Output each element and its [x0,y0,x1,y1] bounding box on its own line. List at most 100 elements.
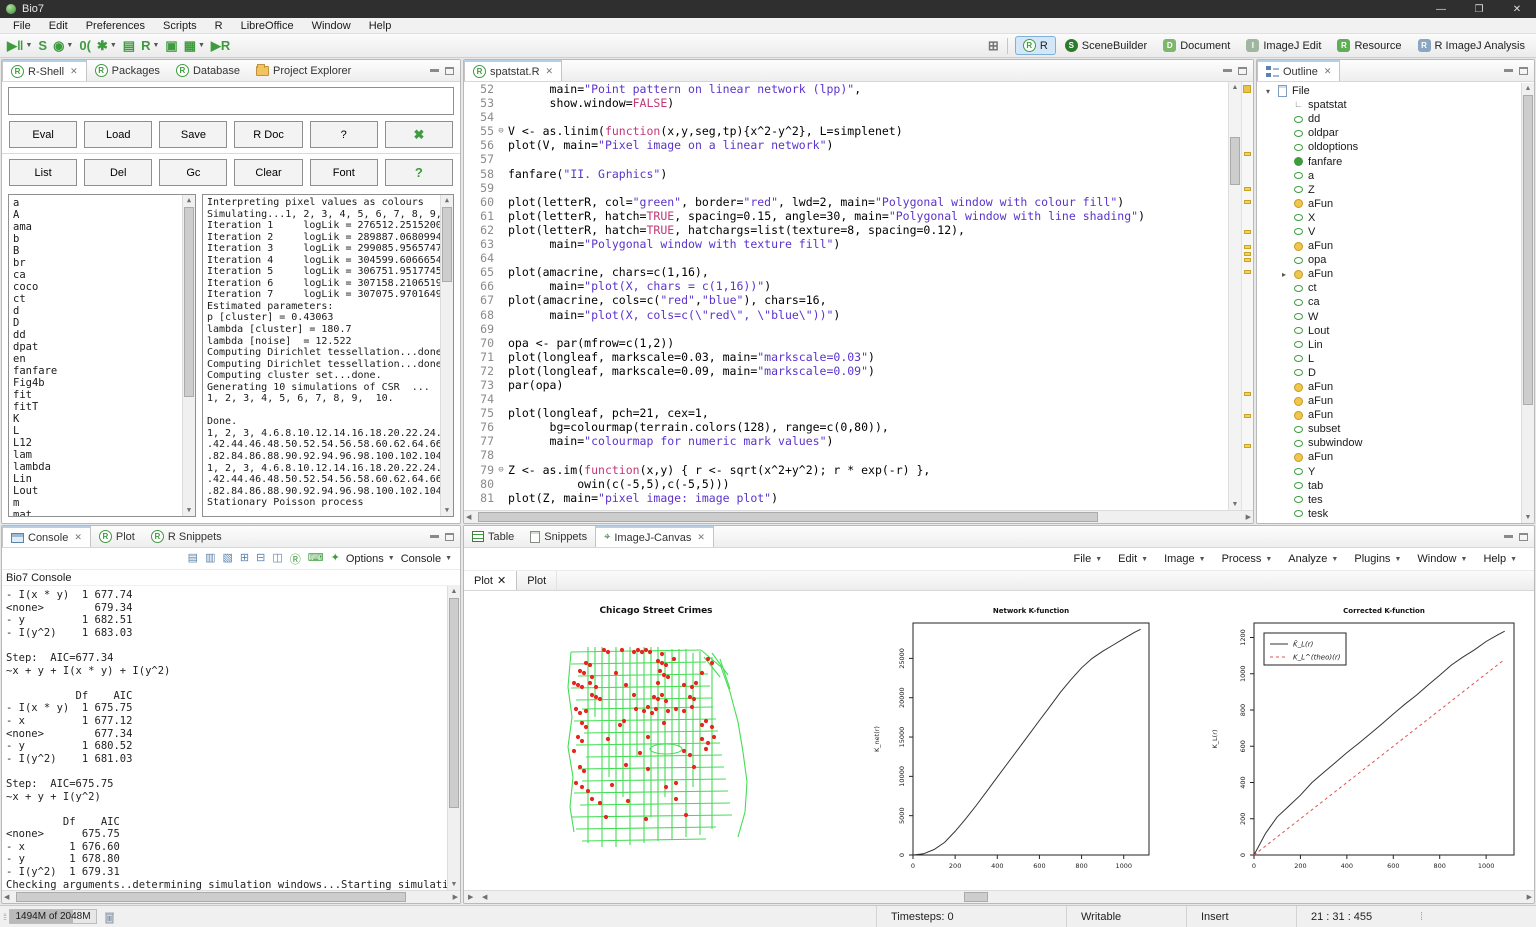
expander-icon[interactable]: ▸ [1279,270,1289,279]
outline-item-opa[interactable]: opa [1257,253,1534,267]
code-line[interactable]: 78 [464,448,1228,462]
menu-libreoffice[interactable]: LibreOffice [232,18,303,34]
imagej-menu-process[interactable]: Process▼ [1215,553,1280,565]
tab-imagej-canvas[interactable]: ⌖ ImageJ-Canvas ✕ [595,526,714,547]
-button[interactable]: ? [310,121,378,148]
run-garbage-collector-button[interactable] [103,910,116,924]
variable-item[interactable]: a [13,197,196,209]
print-icon[interactable]: ▣ [162,37,180,55]
variable-item[interactable]: fanfare [13,365,196,377]
code-line[interactable]: 76 bg=colourmap(terrain.colors(128), ran… [464,420,1228,434]
outline-item-x[interactable]: X [1257,211,1534,225]
close-icon[interactable]: ✕ [546,66,554,77]
variable-item[interactable]: Fig4b [13,377,196,389]
imagej-scrollbar-horizontal[interactable]: ▶ ◀ ▶ [464,890,1534,903]
code-line[interactable]: 80 owin(c(-5,5),c(-5,5))) [464,477,1228,491]
code-line[interactable]: 59 [464,181,1228,195]
occurrence-marker[interactable] [1244,187,1251,191]
maximize-view-icon[interactable] [445,533,454,541]
minimize-view-icon[interactable] [430,535,439,538]
editor-scrollbar-vertical[interactable]: ▲ ▼ [1228,82,1241,510]
outline-item-file[interactable]: ▾File [1257,84,1534,98]
scroll-down-icon[interactable]: ▼ [1522,512,1534,523]
rshell-variables-list[interactable]: aAamabBbrcacococtdDdddpatenfanfareFig4bf… [8,194,196,517]
occurrence-marker[interactable] [1244,414,1251,418]
variable-item[interactable]: d [13,305,196,317]
variable-item[interactable]: fit [13,389,196,401]
variable-item[interactable]: b [13,233,196,245]
chevron-down-icon[interactable]: ▼ [110,42,117,49]
outline-item-afun[interactable]: aFun [1257,197,1534,211]
variable-item[interactable]: mat [13,509,196,517]
chevron-down-icon[interactable]: ▼ [198,42,205,49]
variable-item[interactable]: en [13,353,196,365]
annotation-overview-ruler[interactable] [1241,82,1253,510]
occurrence-marker[interactable] [1244,270,1251,274]
annotation-header-mark[interactable] [1243,85,1251,93]
variable-item[interactable]: lambda [13,461,196,473]
variable-item[interactable]: Lin [13,473,196,485]
save-button[interactable]: Save [159,121,227,148]
eval-button[interactable]: Eval [9,121,77,148]
shell-console-icon[interactable]: ⌨ [308,551,324,567]
code-line[interactable]: 73par(opa) [464,378,1228,392]
outline-item-subset[interactable]: subset [1257,422,1534,436]
variable-item[interactable]: A [13,209,196,221]
tab-packages[interactable]: R Packages [87,60,168,81]
-button[interactable]: ? [385,159,453,186]
scroll-down-icon[interactable]: ▼ [183,505,195,516]
occurrence-marker[interactable] [1244,245,1251,249]
scroll-lock-icon[interactable]: ▥ [205,551,215,567]
variable-item[interactable]: L [13,425,196,437]
code-line[interactable]: 69 [464,322,1228,336]
-button[interactable]: ✖ [385,121,453,148]
code-editor[interactable]: 52 main="Point pattern on linear network… [464,82,1228,510]
step-icon[interactable]: ◉▼ [50,37,76,55]
font-button[interactable]: Font [310,159,378,186]
outline-item-tesk[interactable]: tesk [1257,507,1534,521]
perspective-r-imagej-analysis[interactable]: RR ImageJ Analysis [1411,36,1532,55]
scroll-up-icon[interactable]: ▲ [183,195,195,206]
tab-plot-1[interactable]: Plot ✕ [464,571,517,590]
outline-tree[interactable]: ▾File∟spatstatddoldparoldoptionsfanfarea… [1257,82,1534,523]
scrollbar-vertical[interactable]: ▲ ▼ [447,586,460,890]
expander-icon[interactable]: ▾ [1263,87,1273,96]
chevron-down-icon[interactable]: ▼ [152,42,159,49]
menu-r[interactable]: R [206,18,232,34]
outline-item-afun[interactable]: aFun [1257,239,1534,253]
pin-console-icon[interactable]: ▧ [222,551,232,567]
maximize-view-icon[interactable] [1238,67,1247,75]
imagej-menu-plugins[interactable]: Plugins▼ [1347,553,1408,565]
outline-item-dd[interactable]: dd [1257,112,1534,126]
stop-icon[interactable]: S [35,37,50,54]
outline-item-ca[interactable]: ca [1257,295,1534,309]
occurrence-marker[interactable] [1244,152,1251,156]
perspective-scenebuilder[interactable]: SSceneBuilder [1058,36,1154,55]
code-line[interactable]: 66 main="plot(X, chars = c(1,16))") [464,279,1228,293]
imagej-menu-analyze[interactable]: Analyze▼ [1281,553,1345,565]
tab-r-snippets[interactable]: R R Snippets [143,526,230,547]
tab-plot-2[interactable]: Plot [517,571,557,590]
close-icon[interactable]: ✕ [697,532,705,543]
open-folder-icon[interactable]: ▦▼ [181,37,208,55]
variable-item[interactable]: Lout [13,485,196,497]
close-window-button[interactable]: ✕ [1498,0,1536,18]
outline-item-afun[interactable]: aFun [1257,380,1534,394]
scroll-right-icon[interactable]: ▶ [1246,511,1251,524]
minimize-window-button[interactable]: — [1422,0,1460,18]
outline-item-tes[interactable]: tes [1257,493,1534,507]
tab-r-shell[interactable]: R R-Shell ✕ [2,60,87,81]
minimize-view-icon[interactable] [1223,69,1232,72]
variable-item[interactable]: coco [13,281,196,293]
maximize-view-icon[interactable] [1519,533,1528,541]
outline-item-spatstat[interactable]: ∟spatstat [1257,98,1534,112]
imagej-menu-image[interactable]: Image▼ [1157,553,1213,565]
scroll-up-icon[interactable]: ▲ [448,586,460,597]
code-line[interactable]: 71plot(longleaf, markscale=0.03, main="m… [464,350,1228,364]
code-line[interactable]: 62plot(letterR, hatch=TRUE, hatchargs=li… [464,223,1228,237]
outline-item-afun[interactable]: aFun [1257,450,1534,464]
r-console-icon[interactable]: Ⓡ [290,551,301,567]
code-line[interactable]: 79⊖Z <- as.im(function(x,y) { r <- sqrt(… [464,463,1228,477]
variable-item[interactable]: m [13,497,196,509]
open-console-icon[interactable]: ◫ [272,551,282,567]
